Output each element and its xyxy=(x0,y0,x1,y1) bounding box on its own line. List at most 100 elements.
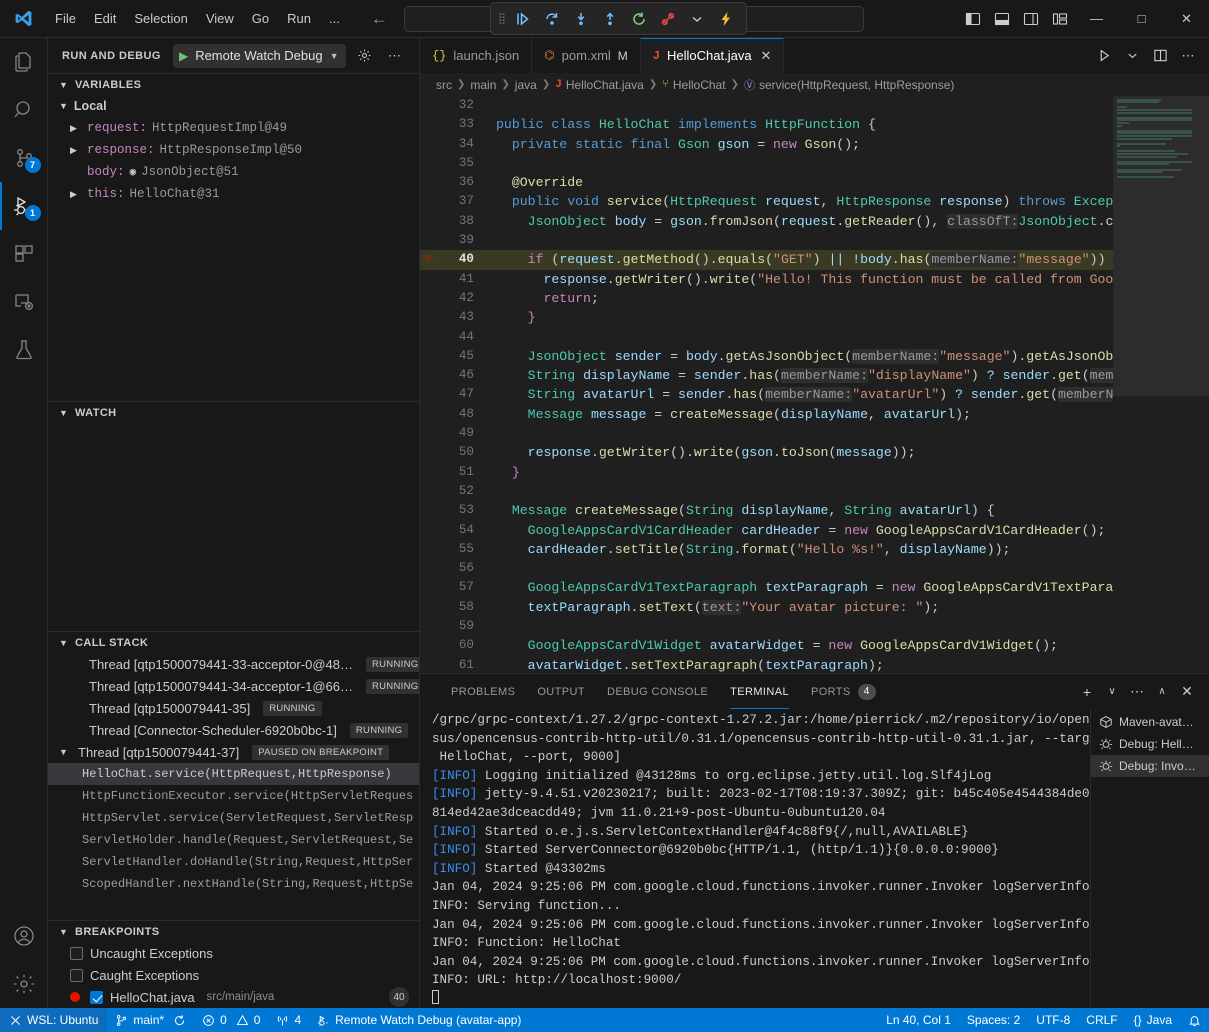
chevron-right-icon[interactable]: ▶ xyxy=(70,189,82,200)
menu-selection[interactable]: Selection xyxy=(125,8,196,29)
code-line[interactable]: 36 @Override xyxy=(420,173,1113,192)
code-line[interactable]: 42 return; xyxy=(420,289,1113,308)
variable-scope-local[interactable]: ▼ Local xyxy=(48,95,419,117)
terminal-list-item-debug-invoker[interactable]: Debug: Invo… xyxy=(1091,755,1209,777)
call-stack-frame-row[interactable]: ScopedHandler.nextHandle(String,Request,… xyxy=(48,873,419,895)
breakpoint-marker-icon[interactable]: ▷ xyxy=(420,250,438,269)
code-line[interactable]: 60 GoogleAppsCardV1Widget avatarWidget =… xyxy=(420,636,1113,655)
terminal-output[interactable]: /grpc/grpc-context/1.27.2/grpc-context-1… xyxy=(420,709,1090,1008)
chevron-down-icon[interactable]: ▼ xyxy=(330,51,339,61)
tab-terminal[interactable]: TERMINAL xyxy=(719,674,800,709)
chevron-down-icon[interactable]: ▼ xyxy=(59,80,70,90)
status-encoding[interactable]: UTF-8 xyxy=(1028,1008,1078,1032)
call-stack-thread-row[interactable]: ▶ Thread [qtp1500079441-35] RUNNING xyxy=(48,697,419,719)
watch-list[interactable] xyxy=(48,423,419,631)
toggle-primary-sidebar-icon[interactable] xyxy=(958,4,987,34)
call-stack-frame-row[interactable]: ServletHandler.doHandle(String,Request,H… xyxy=(48,851,419,873)
status-ports[interactable]: 4 xyxy=(268,1008,309,1032)
close-button[interactable]: ✕ xyxy=(1164,0,1209,38)
code-line[interactable]: 55 cardHeader.setTitle(String.format("He… xyxy=(420,540,1113,559)
menu-run[interactable]: Run xyxy=(278,8,320,29)
call-stack-frame-row[interactable]: HttpServlet.service(ServletRequest,Servl… xyxy=(48,807,419,829)
status-language-mode[interactable]: {} Java xyxy=(1126,1008,1180,1032)
code-line[interactable]: ▷40 if (request.getMethod().equals("GET"… xyxy=(420,250,1113,269)
watch-section-header[interactable]: ▼ WATCH xyxy=(48,401,419,423)
call-stack-thread-row[interactable]: ▶ Thread [qtp1500079441-34-acceptor-1@66… xyxy=(48,675,419,697)
breadcrumb-item-src[interactable]: src xyxy=(436,78,452,92)
menu-edit[interactable]: Edit xyxy=(85,8,125,29)
code-line[interactable]: 34 private static final Gson gson = new … xyxy=(420,135,1113,154)
status-indentation[interactable]: Spaces: 2 xyxy=(959,1008,1028,1032)
debug-settings-gear-icon[interactable] xyxy=(354,45,376,67)
breadcrumb-item-main[interactable]: main xyxy=(470,78,496,92)
breakpoint-row-caught-exceptions[interactable]: Caught Exceptions xyxy=(48,964,419,986)
menu-go[interactable]: Go xyxy=(243,8,278,29)
toggle-secondary-sidebar-icon[interactable] xyxy=(1016,4,1045,34)
menu-file[interactable]: File xyxy=(46,8,85,29)
hot-code-replace-button[interactable] xyxy=(713,6,739,31)
call-stack-frame-row[interactable]: HelloChat.service(HttpRequest,HttpRespon… xyxy=(48,763,419,785)
chevron-down-icon[interactable]: ▼ xyxy=(59,927,70,937)
tab-launch-json[interactable]: {} launch.json xyxy=(420,38,532,73)
tab-ports[interactable]: PORTS 4 xyxy=(800,674,887,709)
breakpoint-row-uncaught-exceptions[interactable]: Uncaught Exceptions xyxy=(48,942,419,964)
code-line[interactable]: 46 String displayName = sender.has(membe… xyxy=(420,366,1113,385)
disconnect-button[interactable] xyxy=(655,6,681,31)
customize-layout-icon[interactable] xyxy=(1045,4,1074,34)
status-remote-indicator[interactable]: WSL: Ubuntu xyxy=(0,1008,107,1032)
back-arrow-icon[interactable]: ← xyxy=(371,9,388,29)
restart-button[interactable] xyxy=(626,6,652,31)
status-notifications[interactable] xyxy=(1180,1008,1209,1032)
breadcrumb-item-file[interactable]: J HelloChat.java xyxy=(555,78,644,92)
status-eol[interactable]: CRLF xyxy=(1078,1008,1125,1032)
call-stack-frame-row[interactable]: ServletHolder.handle(Request,ServletRequ… xyxy=(48,829,419,851)
step-into-button[interactable] xyxy=(568,6,594,31)
eye-icon[interactable]: ◉ xyxy=(130,165,137,179)
chevron-down-icon[interactable] xyxy=(684,6,710,31)
code-line[interactable]: 48 Message message = createMessage(displ… xyxy=(420,405,1113,424)
code-line[interactable]: 43 } xyxy=(420,308,1113,327)
code-line[interactable]: 56 xyxy=(420,559,1113,578)
status-branch[interactable]: main* xyxy=(107,1008,194,1032)
code-line[interactable]: 54 GoogleAppsCardV1CardHeader cardHeader… xyxy=(420,521,1113,540)
activity-bar-item-explorer[interactable] xyxy=(0,38,48,86)
new-terminal-button[interactable]: + xyxy=(1075,680,1099,704)
code-line[interactable]: 57 GoogleAppsCardV1TextParagraph textPar… xyxy=(420,578,1113,597)
call-stack-thread-row[interactable]: ▶ Thread [qtp1500079441-33-acceptor-0@48… xyxy=(48,653,419,675)
status-problems[interactable]: 0 0 xyxy=(194,1008,268,1032)
breadcrumb-item-class[interactable]: ⑂ HelloChat xyxy=(662,78,725,92)
breadcrumb-item-java[interactable]: java xyxy=(515,78,537,92)
code-line[interactable]: 33public class HelloChat implements Http… xyxy=(420,115,1113,134)
continue-button[interactable] xyxy=(510,6,536,31)
code-line[interactable]: 51 } xyxy=(420,463,1113,482)
drag-handle-icon[interactable]: ⣿ xyxy=(498,12,507,25)
menu-more[interactable]: ... xyxy=(320,8,349,29)
chevron-down-icon[interactable]: ▼ xyxy=(59,638,70,648)
variable-row-response[interactable]: ▶ response: HttpResponseImpl@50 xyxy=(48,139,419,161)
activity-bar-item-source-control[interactable]: 7 xyxy=(0,134,48,182)
debug-configuration-select[interactable]: ▶ Remote Watch Debug ▼ xyxy=(173,44,346,68)
terminal-list-item-debug-hello[interactable]: Debug: Hell… xyxy=(1091,733,1209,755)
variable-row-this[interactable]: ▶ this: HelloChat@31 xyxy=(48,183,419,205)
activity-bar-item-extensions[interactable] xyxy=(0,230,48,278)
maximize-panel-icon[interactable]: ∧ xyxy=(1150,680,1174,704)
activity-bar-item-remote-explorer[interactable] xyxy=(0,278,48,326)
split-editor-button[interactable] xyxy=(1147,43,1173,69)
sidebar-more-actions-icon[interactable]: ⋯ xyxy=(384,45,406,67)
activity-bar-item-settings[interactable] xyxy=(0,960,48,1008)
call-stack-section-header[interactable]: ▼ CALL STACK xyxy=(48,631,419,653)
code-line[interactable]: 49 xyxy=(420,424,1113,443)
variables-section-header[interactable]: ▼ VARIABLES xyxy=(48,73,419,95)
tab-debug-console[interactable]: DEBUG CONSOLE xyxy=(596,674,719,709)
panel-more-actions-icon[interactable]: ⋯ xyxy=(1125,680,1149,704)
terminal-list-item-maven[interactable]: Maven-avat… xyxy=(1091,711,1209,733)
code-line[interactable]: 38 JsonObject body = gson.fromJson(reque… xyxy=(420,212,1113,231)
code-line[interactable]: 53 Message createMessage(String displayN… xyxy=(420,501,1113,520)
call-stack-frame-row[interactable]: HttpFunctionExecutor.service(HttpServlet… xyxy=(48,785,419,807)
code-line[interactable]: 35 xyxy=(420,154,1113,173)
code-line[interactable]: 52 xyxy=(420,482,1113,501)
close-panel-icon[interactable]: ✕ xyxy=(1175,680,1199,704)
tab-hellochat-java[interactable]: J HelloChat.java ✕ xyxy=(641,38,785,73)
minimize-button[interactable]: — xyxy=(1074,0,1119,38)
chevron-down-icon[interactable]: ∨ xyxy=(1100,680,1124,704)
